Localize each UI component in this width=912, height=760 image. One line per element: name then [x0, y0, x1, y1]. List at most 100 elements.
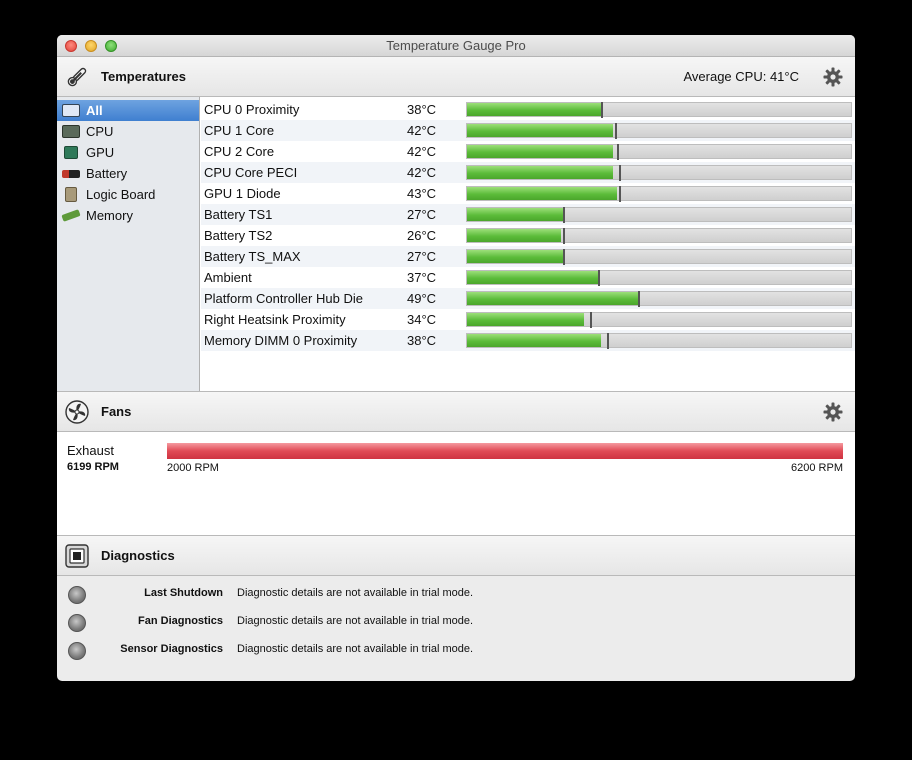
temperature-bar	[466, 102, 852, 118]
all-sensors-icon	[62, 104, 80, 117]
minimize-window-button[interactable]	[85, 40, 97, 52]
average-cpu: Average CPU: 41°C	[683, 69, 799, 84]
temperature-bar	[466, 291, 852, 307]
fan-name: Exhaust	[67, 443, 114, 458]
sidebar-item-memory[interactable]: Memory	[57, 205, 199, 226]
sensor-temperature: 27°C	[407, 249, 437, 264]
zoom-window-button[interactable]	[105, 40, 117, 52]
fans-header: Fans	[57, 392, 855, 432]
temperature-bar-fill	[467, 166, 613, 179]
temperature-bar	[466, 249, 852, 265]
temperature-max-marker	[563, 249, 565, 265]
temperature-max-marker	[637, 291, 640, 307]
diagnostic-row: Fan Diagnostics Diagnostic details are n…	[57, 610, 855, 638]
diagnostic-row: Last Shutdown Diagnostic details are not…	[57, 582, 855, 610]
sensor-row[interactable]: Battery TS_MAX 27°C	[201, 246, 855, 267]
temperature-bar-fill	[467, 208, 563, 221]
sensor-row[interactable]: Memory DIMM 0 Proximity 38°C	[201, 330, 855, 351]
temperature-max-marker	[616, 144, 619, 160]
battery-icon	[62, 170, 80, 178]
sensor-row[interactable]: Platform Controller Hub Die 49°C	[201, 288, 855, 309]
diagnostics-header: Diagnostics	[57, 536, 855, 576]
sensor-name: Battery TS_MAX	[204, 249, 301, 264]
sensor-temperature: 27°C	[407, 207, 437, 222]
temperature-bar	[466, 312, 852, 328]
sensor-name: Right Heatsink Proximity	[204, 312, 346, 327]
sensor-name: Battery TS1	[204, 207, 273, 222]
window-title: Temperature Gauge Pro	[386, 38, 526, 53]
sensor-temperature: 49°C	[407, 291, 437, 306]
temperatures-settings-gear-icon[interactable]	[823, 67, 843, 87]
sensor-row[interactable]: Battery TS2 26°C	[201, 225, 855, 246]
sidebar-item-label: Memory	[86, 208, 133, 223]
sidebar-item-battery[interactable]: Battery	[57, 163, 199, 184]
logic-board-icon	[65, 187, 77, 202]
status-indicator-icon	[68, 614, 86, 632]
diagnostics-panel: Last Shutdown Diagnostic details are not…	[57, 576, 855, 666]
temperature-bar	[466, 228, 852, 244]
temperature-bar	[466, 270, 852, 286]
sensor-row[interactable]: GPU 1 Diode 43°C	[201, 183, 855, 204]
sidebar-item-label: Logic Board	[86, 187, 156, 202]
sensor-name: Ambient	[204, 270, 252, 285]
temperature-bar	[466, 144, 852, 160]
fans-settings-gear-icon[interactable]	[823, 402, 843, 422]
sensor-temperature: 42°C	[407, 165, 437, 180]
temperature-bar-fill	[467, 124, 613, 137]
sensor-temperature: 26°C	[407, 228, 437, 243]
gpu-icon	[64, 146, 78, 159]
sensor-row[interactable]: CPU 0 Proximity 38°C	[201, 99, 855, 120]
fan-speed-bar	[167, 443, 843, 459]
close-window-button[interactable]	[65, 40, 77, 52]
fan-speed-fill	[167, 443, 843, 459]
status-indicator-icon	[68, 586, 86, 604]
diagnostic-text: Diagnostic details are not available in …	[237, 643, 474, 655]
temperature-bar	[466, 123, 852, 139]
average-cpu-label: Average CPU:	[683, 69, 767, 84]
sensor-temperature: 42°C	[407, 144, 437, 159]
sensor-row[interactable]: Ambient 37°C	[201, 267, 855, 288]
temperature-bar-fill	[467, 271, 598, 284]
sidebar-item-label: GPU	[86, 145, 115, 160]
sensor-list: CPU 0 Proximity 38°C CPU 1 Core 42°C CPU 2 C…	[201, 99, 855, 351]
temperature-bar-fill	[467, 229, 562, 242]
app-window: Temperature Gauge Pro Temperatures Avera…	[57, 35, 855, 681]
temperature-max-marker	[597, 270, 600, 286]
status-indicator-icon	[68, 642, 86, 660]
temperature-bar-fill	[467, 292, 638, 305]
temperature-bar-fill	[467, 187, 617, 200]
sensor-row[interactable]: CPU Core PECI 42°C	[201, 162, 855, 183]
memory-icon	[61, 209, 81, 222]
thermometer-icon	[67, 67, 87, 87]
sidebar-item-all[interactable]: All	[57, 100, 199, 121]
sensor-row[interactable]: Right Heatsink Proximity 34°C	[201, 309, 855, 330]
sidebar-item-cpu[interactable]: CPU	[57, 121, 199, 142]
diagnostic-label: Sensor Diagnostics	[120, 643, 223, 655]
fan-max-rpm: 6200 RPM	[791, 462, 843, 474]
sensor-name: CPU 2 Core	[204, 144, 275, 159]
fan-icon	[65, 400, 89, 424]
sensor-row[interactable]: Battery TS1 27°C	[201, 204, 855, 225]
sensor-row[interactable]: CPU 2 Core 42°C	[201, 141, 855, 162]
sidebar-item-label: Battery	[86, 166, 128, 181]
sensor-name: GPU 1 Diode	[204, 186, 281, 201]
temperature-bar-fill	[467, 313, 585, 326]
sensor-row[interactable]: CPU 1 Core 42°C	[201, 120, 855, 141]
cpu-icon	[62, 125, 80, 138]
diagnostic-row: Sensor Diagnostics Diagnostic details ar…	[57, 638, 855, 666]
temperature-max-marker	[589, 312, 592, 328]
temperature-max-marker	[563, 207, 565, 223]
diagnostic-label: Fan Diagnostics	[138, 615, 223, 627]
sidebar-item-gpu[interactable]: GPU	[57, 142, 199, 163]
title-bar: Temperature Gauge Pro	[57, 35, 855, 57]
temperature-max-marker	[601, 102, 604, 118]
temperature-max-marker	[607, 333, 610, 349]
sensor-category-sidebar: All CPU GPU Battery Logic Board Memory	[57, 97, 200, 391]
sensor-name: CPU 0 Proximity	[204, 102, 300, 117]
sidebar-item-logic-board[interactable]: Logic Board	[57, 184, 199, 205]
sensor-name: CPU Core PECI	[204, 165, 298, 180]
temperature-bar-fill	[467, 103, 602, 116]
temperature-bar	[466, 333, 852, 349]
diagnostic-label: Last Shutdown	[144, 587, 223, 599]
diagnostics-title: Diagnostics	[101, 548, 175, 563]
